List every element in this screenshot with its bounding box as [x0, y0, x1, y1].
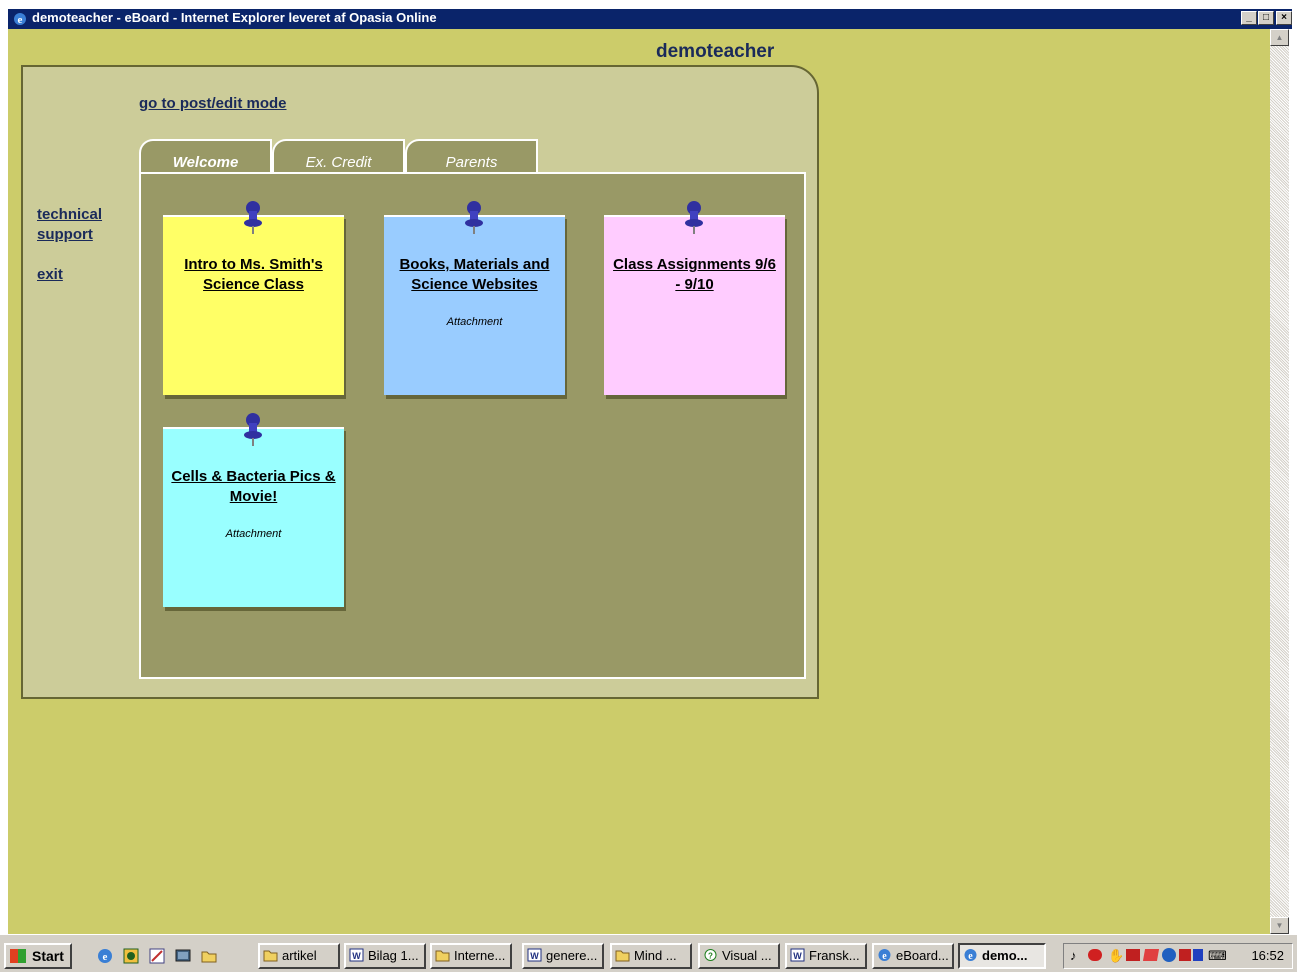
- folder-icon: [435, 950, 450, 962]
- edit-quicklaunch-icon[interactable]: [148, 947, 166, 965]
- folder-icon: [263, 950, 278, 962]
- svg-text:W: W: [793, 951, 802, 961]
- minimize-button[interactable]: _: [1241, 11, 1257, 25]
- taskbar-button-label: artikel: [282, 948, 317, 963]
- exit-link[interactable]: exit: [37, 266, 63, 283]
- taskbar-button-label: Mind ...: [634, 948, 677, 963]
- taskbar-button-label: eBoard...: [896, 948, 949, 963]
- title-bar: e demoteacher - eBoard - Internet Explor…: [8, 9, 1292, 29]
- note-title-link[interactable]: Class Assignments 9/6 - 9/10: [610, 255, 779, 295]
- acrobat-icon[interactable]: [1126, 949, 1140, 961]
- svg-text:?: ?: [708, 952, 713, 961]
- technical-support-link-line1[interactable]: technical: [37, 206, 102, 223]
- ie-icon: e: [14, 13, 26, 26]
- taskbar-button-label: genere...: [546, 948, 598, 963]
- system-tray: ♪ ✋ ⌨ 16:52: [1063, 943, 1293, 969]
- note-title-link[interactable]: Intro to Ms. Smith's Science Class: [169, 255, 338, 295]
- window-right-border: [1289, 29, 1297, 934]
- tray-app-icon[interactable]: [1088, 949, 1102, 961]
- attachment-label[interactable]: Attachment: [163, 528, 344, 540]
- taskbar-button-genere[interactable]: W genere...: [522, 943, 604, 969]
- ie-icon: e: [964, 949, 977, 962]
- taskbar-button-demo[interactable]: e demo...: [958, 943, 1046, 969]
- tab-welcome[interactable]: Welcome: [139, 139, 272, 174]
- taskbar-button-label: Interne...: [454, 948, 506, 963]
- taskbar-button-label: Fransk...: [809, 948, 860, 963]
- svg-text:e: e: [18, 14, 23, 26]
- windows-logo-icon: [10, 949, 26, 963]
- pushpin-icon: [465, 201, 483, 234]
- title-bar-frame: e demoteacher - eBoard - Internet Explor…: [0, 0, 1297, 29]
- note-cells[interactable]: Cells & Bacteria Pics & Movie! Attachmen…: [163, 413, 344, 607]
- start-label: Start: [32, 948, 64, 964]
- ie-quicklaunch-icon[interactable]: e: [96, 947, 114, 965]
- note-books[interactable]: Books, Materials and Science Websites At…: [384, 201, 565, 395]
- close-button[interactable]: ×: [1276, 11, 1292, 25]
- scroll-up-button[interactable]: ▲: [1270, 29, 1289, 46]
- folder-icon: [615, 950, 630, 962]
- svg-text:e: e: [968, 951, 973, 962]
- note-intro[interactable]: Intro to Ms. Smith's Science Class: [163, 201, 344, 395]
- svg-text:e: e: [103, 951, 108, 963]
- svg-text:e: e: [882, 951, 887, 962]
- window-left-border: [0, 29, 8, 934]
- taskbar-button-bilag[interactable]: W Bilag 1...: [344, 943, 426, 969]
- pushpin-icon: [685, 201, 703, 234]
- ie-icon: e: [878, 949, 891, 962]
- taskbar-button-fransk[interactable]: W Fransk...: [785, 943, 867, 969]
- taskbar-button-visual[interactable]: ? Visual ...: [698, 943, 780, 969]
- tray-app-icon[interactable]: [1142, 949, 1160, 961]
- pushpin-icon: [244, 413, 262, 446]
- volume-icon[interactable]: ♪: [1070, 948, 1077, 963]
- svg-text:W: W: [352, 951, 361, 961]
- desktop-quicklaunch-icon[interactable]: [174, 947, 192, 965]
- note-title-link[interactable]: Cells & Bacteria Pics & Movie!: [169, 467, 338, 507]
- word-icon: W: [527, 948, 542, 962]
- vertical-scrollbar[interactable]: ▲ ▼: [1270, 29, 1289, 934]
- taskbar-button-artikel[interactable]: artikel: [258, 943, 340, 969]
- tab-parents[interactable]: Parents: [405, 139, 538, 174]
- word-icon: W: [790, 948, 805, 962]
- window-title: demoteacher - eBoard - Internet Explorer…: [32, 10, 437, 25]
- taskbar-button-mind[interactable]: Mind ...: [610, 943, 692, 969]
- attachment-label[interactable]: Attachment: [384, 316, 565, 328]
- technical-support-link-line2[interactable]: support: [37, 226, 93, 243]
- taskbar-button-label: Bilag 1...: [368, 948, 419, 963]
- svg-text:W: W: [530, 951, 539, 961]
- word-icon: W: [349, 948, 364, 962]
- start-button[interactable]: Start: [4, 943, 72, 969]
- hand-icon[interactable]: ✋: [1108, 948, 1124, 964]
- note-assignments[interactable]: Class Assignments 9/6 - 9/10: [604, 201, 785, 395]
- taskbar-button-eboard[interactable]: e eBoard...: [872, 943, 954, 969]
- post-edit-mode-link[interactable]: go to post/edit mode: [139, 95, 287, 112]
- app-icon: ?: [704, 949, 717, 961]
- taskbar-button-interne[interactable]: Interne...: [430, 943, 512, 969]
- taskbar: Start e artikel W Bilag 1... Interne... …: [0, 934, 1297, 972]
- language-icon[interactable]: [1193, 949, 1203, 961]
- outlook-quicklaunch-icon[interactable]: [122, 947, 140, 965]
- maximize-button[interactable]: □: [1258, 11, 1274, 25]
- keyboard-icon[interactable]: ⌨: [1208, 948, 1227, 964]
- taskbar-button-label: Visual ...: [722, 948, 772, 963]
- zonealarm-icon[interactable]: [1179, 949, 1191, 961]
- clock: 16:52: [1251, 948, 1284, 963]
- folder-quicklaunch-icon[interactable]: [200, 947, 218, 965]
- tab-ex-credit[interactable]: Ex. Credit: [272, 139, 405, 174]
- taskbar-button-label: demo...: [982, 948, 1028, 963]
- technical-support-link[interactable]: technical support: [37, 205, 102, 245]
- note-title-link[interactable]: Books, Materials and Science Websites: [390, 255, 559, 295]
- pushpin-icon: [244, 201, 262, 234]
- page-title: demoteacher: [656, 41, 775, 62]
- globe-icon[interactable]: [1162, 948, 1176, 962]
- scroll-down-button[interactable]: ▼: [1270, 917, 1289, 934]
